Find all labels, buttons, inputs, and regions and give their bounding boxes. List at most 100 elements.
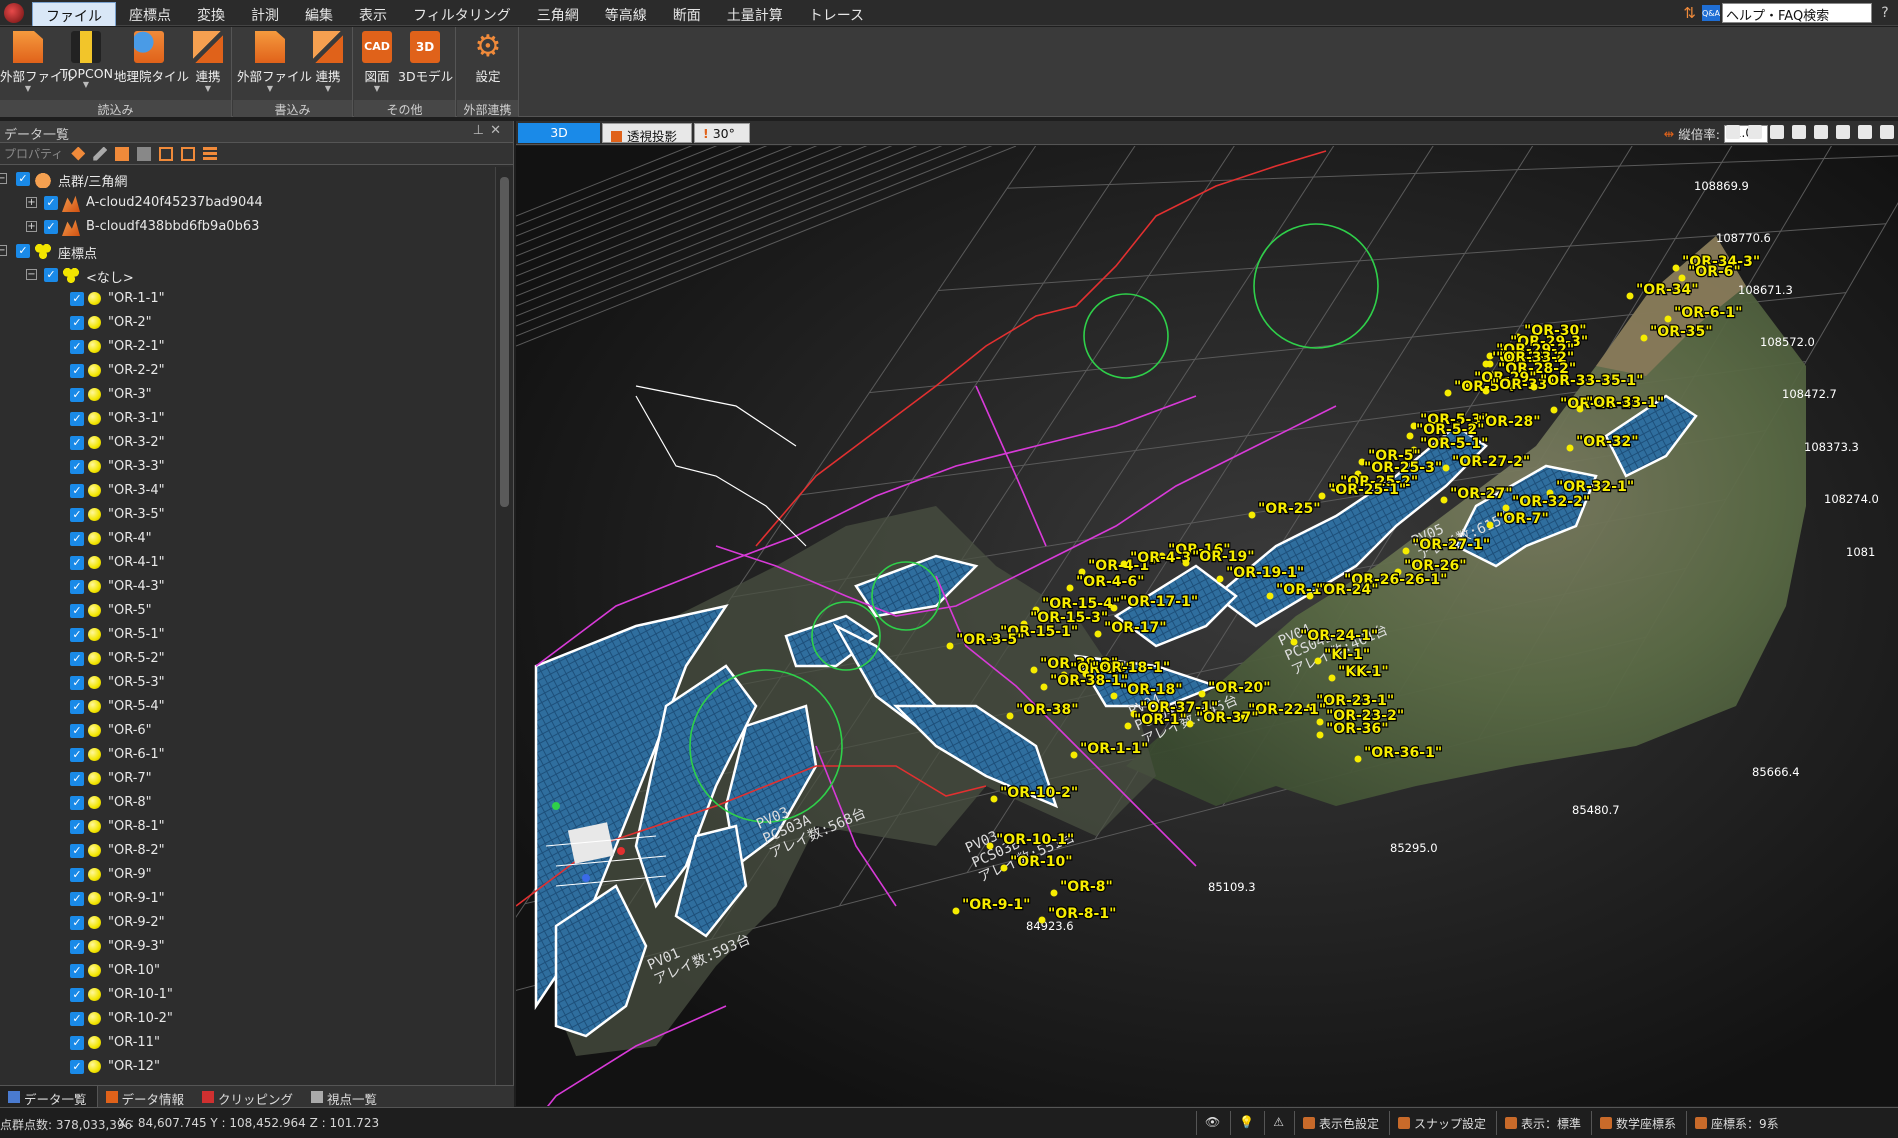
survey-point-marker[interactable] bbox=[1678, 274, 1686, 282]
tree-point-item[interactable]: ✓ "OR-3-4" bbox=[0, 479, 495, 503]
tree-node[interactable]: + ✓ B-cloudf438bbd6fb9a0b63 bbox=[0, 215, 495, 239]
tree-point-item[interactable]: ✓ "OR-8-2" bbox=[0, 839, 495, 863]
survey-point-marker[interactable] bbox=[1038, 916, 1046, 924]
status-button-3[interactable]: 数学座標系 bbox=[1591, 1111, 1686, 1135]
menu-tab-3[interactable]: 計測 bbox=[238, 2, 292, 26]
menu-tab-7[interactable]: 三角網 bbox=[524, 2, 592, 26]
tree-point-item[interactable]: ✓ "OR-9-1" bbox=[0, 887, 495, 911]
visibility-checkbox[interactable]: ✓ bbox=[70, 604, 84, 618]
tree-point-item[interactable]: ✓ "OR-2-1" bbox=[0, 335, 495, 359]
panel-tab-3[interactable]: 視点一覧 bbox=[303, 1086, 387, 1107]
visibility-checkbox[interactable]: ✓ bbox=[70, 820, 84, 834]
tree-point-item[interactable]: ✓ "OR-3-3" bbox=[0, 455, 495, 479]
survey-point-marker[interactable] bbox=[1576, 405, 1584, 413]
tree-point-item[interactable]: ✓ "OR-8" bbox=[0, 791, 495, 815]
home-view-icon[interactable] bbox=[1726, 125, 1740, 139]
tree-point-item[interactable]: ✓ "OR-9-3" bbox=[0, 935, 495, 959]
visibility-checkbox[interactable]: ✓ bbox=[70, 1036, 84, 1050]
sort-icon[interactable]: ⇅ bbox=[1683, 4, 1696, 22]
pen-icon[interactable] bbox=[93, 146, 108, 161]
visibility-checkbox[interactable]: ✓ bbox=[70, 916, 84, 930]
visibility-checkbox[interactable]: ✓ bbox=[70, 724, 84, 738]
survey-point-marker[interactable] bbox=[1094, 630, 1102, 638]
survey-point-marker[interactable] bbox=[1306, 592, 1314, 600]
survey-point-marker[interactable] bbox=[1314, 657, 1322, 665]
app-logo-icon[interactable] bbox=[0, 0, 28, 26]
visibility-checkbox[interactable]: ✓ bbox=[70, 316, 84, 330]
collapse-toggle-icon[interactable]: − bbox=[26, 269, 37, 280]
visibility-checkbox[interactable]: ✓ bbox=[70, 988, 84, 1002]
visibility-checkbox[interactable]: ✓ bbox=[70, 1060, 84, 1074]
tree-point-item[interactable]: ✓ "OR-3" bbox=[0, 383, 495, 407]
menu-tab-0[interactable]: ファイル bbox=[32, 2, 116, 26]
visibility-checkbox[interactable]: ✓ bbox=[44, 220, 58, 234]
visibility-checkbox[interactable]: ✓ bbox=[70, 460, 84, 474]
menu-tab-9[interactable]: 断面 bbox=[660, 2, 714, 26]
tree-point-item[interactable]: ✓ "OR-5" bbox=[0, 599, 495, 623]
survey-point-marker[interactable] bbox=[1486, 360, 1494, 368]
survey-point-marker[interactable] bbox=[1318, 492, 1326, 500]
collapse-toggle-icon[interactable]: − bbox=[0, 245, 7, 256]
survey-point-marker[interactable] bbox=[1640, 334, 1648, 342]
visibility-checkbox[interactable]: ✓ bbox=[70, 436, 84, 450]
visibility-checkbox[interactable]: ✓ bbox=[70, 1012, 84, 1026]
tree-point-item[interactable]: ✓ "OR-4-1" bbox=[0, 551, 495, 575]
survey-point-marker[interactable] bbox=[1000, 864, 1008, 872]
tab-3d-view[interactable]: 3D bbox=[518, 123, 600, 143]
visibility-checkbox[interactable]: ✓ bbox=[70, 628, 84, 642]
panel-tab-2[interactable]: クリッピング bbox=[194, 1086, 303, 1107]
eye-icon[interactable]: 👁 bbox=[1196, 1111, 1230, 1135]
survey-point-marker[interactable] bbox=[1186, 720, 1194, 728]
survey-point-marker[interactable] bbox=[1066, 584, 1074, 592]
survey-point-marker[interactable] bbox=[1124, 722, 1132, 730]
left-view-icon[interactable] bbox=[1814, 125, 1828, 139]
tree-point-item[interactable]: ✓ "OR-9-2" bbox=[0, 911, 495, 935]
tree-node[interactable]: − ✓ 点群/三角網 bbox=[0, 167, 495, 191]
survey-point-marker[interactable] bbox=[952, 907, 960, 915]
tree-point-item[interactable]: ✓ "OR-9" bbox=[0, 863, 495, 887]
remove-cloud-icon[interactable] bbox=[137, 146, 152, 161]
survey-point-marker[interactable] bbox=[1266, 592, 1274, 600]
add-cloud-icon[interactable] bbox=[115, 146, 130, 161]
collapse-icon[interactable] bbox=[181, 146, 196, 161]
visibility-checkbox[interactable]: ✓ bbox=[70, 556, 84, 570]
visibility-checkbox[interactable]: ✓ bbox=[16, 172, 30, 186]
panel-tab-1[interactable]: データ情報 bbox=[98, 1086, 195, 1107]
survey-point-marker[interactable] bbox=[1550, 406, 1558, 414]
visibility-checkbox[interactable]: ✓ bbox=[70, 412, 84, 426]
visibility-checkbox[interactable]: ✓ bbox=[70, 388, 84, 402]
visibility-checkbox[interactable]: ✓ bbox=[70, 484, 84, 498]
survey-point-marker[interactable] bbox=[1328, 674, 1336, 682]
visibility-checkbox[interactable]: ✓ bbox=[70, 580, 84, 594]
visibility-checkbox[interactable]: ✓ bbox=[70, 532, 84, 546]
visibility-checkbox[interactable]: ✓ bbox=[70, 364, 84, 378]
tree-point-item[interactable]: ✓ "OR-5-2" bbox=[0, 647, 495, 671]
property-button[interactable]: プロパティ bbox=[4, 145, 63, 162]
expand-icon[interactable] bbox=[159, 146, 174, 161]
survey-point-marker[interactable] bbox=[1316, 731, 1324, 739]
light-bulb-icon[interactable]: 💡 bbox=[1230, 1111, 1264, 1135]
visibility-checkbox[interactable]: ✓ bbox=[70, 964, 84, 978]
survey-point-marker[interactable] bbox=[1110, 604, 1118, 612]
3d-viewport[interactable]: 108869.9 108770.6 108671.3 108572.0 108472.7… bbox=[516, 146, 1898, 1106]
survey-point-marker[interactable] bbox=[1006, 712, 1014, 720]
status-button-0[interactable]: 表示色設定 bbox=[1293, 1111, 1389, 1135]
angle-button[interactable]: ! 30° bbox=[694, 123, 750, 143]
import-gsi-tile-button[interactable]: 地理院タイル bbox=[114, 29, 189, 99]
import-topcon-button[interactable]: TOPCON ▼ bbox=[60, 29, 113, 99]
survey-point-marker[interactable] bbox=[1216, 575, 1224, 583]
survey-point-marker[interactable] bbox=[1040, 683, 1048, 691]
visibility-checkbox[interactable]: ✓ bbox=[70, 508, 84, 522]
top-view-icon[interactable] bbox=[1748, 125, 1762, 139]
tree-point-item[interactable]: ✓ "OR-3-1" bbox=[0, 407, 495, 431]
tree-node[interactable]: − ✓ <なし> bbox=[0, 263, 495, 287]
tree-scrollbar[interactable] bbox=[495, 167, 513, 1085]
alert-icon[interactable]: ⚠ bbox=[1264, 1111, 1294, 1135]
survey-point-marker[interactable] bbox=[1070, 751, 1078, 759]
visibility-checkbox[interactable]: ✓ bbox=[70, 748, 84, 762]
tree-point-item[interactable]: ✓ "OR-10-2" bbox=[0, 1007, 495, 1031]
diamond-icon[interactable] bbox=[71, 146, 86, 161]
survey-point-marker[interactable] bbox=[946, 642, 954, 650]
survey-point-marker[interactable] bbox=[1110, 692, 1118, 700]
menu-tab-5[interactable]: 表示 bbox=[346, 2, 400, 26]
